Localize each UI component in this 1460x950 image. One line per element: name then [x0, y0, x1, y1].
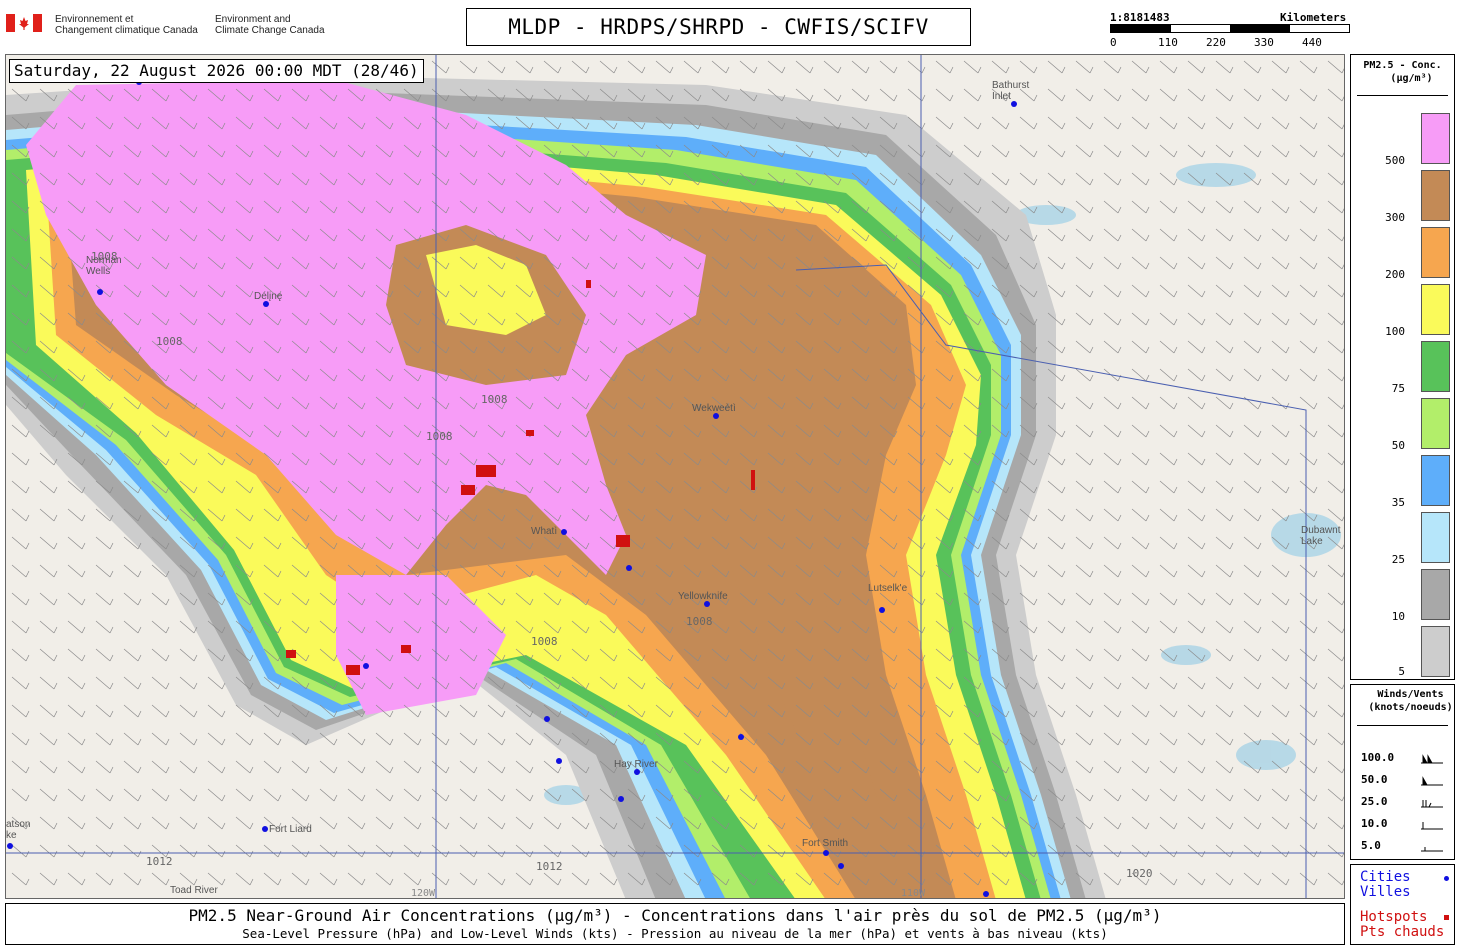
- city-label-toad-river: Toad River: [170, 885, 218, 896]
- caption-line-1: PM2.5 Near-Ground Air Concentrations (µg…: [188, 906, 1162, 925]
- city-label-wekweeti: Wekweètì: [692, 403, 736, 414]
- wind-legend-title: Winds/Vents (knots/noeuds): [1368, 689, 1453, 713]
- meridian-label: 120W: [411, 888, 436, 899]
- isobar-label: 1012: [146, 855, 173, 868]
- city-label-bathurst-inlet: Bathurst Inlet: [992, 80, 1030, 102]
- legend-swatch-100: [1421, 284, 1450, 335]
- legend-title: PM2.5 - Conc. (µg/m³): [1363, 60, 1442, 84]
- scale-tick: 0: [1110, 36, 1117, 49]
- legend-swatch-25: [1421, 512, 1450, 563]
- city-label-yellowknife: Yellowknife: [678, 591, 728, 602]
- symbols-legend: Cities Villes Hotspots Pts chauds: [1350, 864, 1455, 945]
- legend-swatch-10: [1421, 569, 1450, 620]
- isobar-label: 1008: [426, 430, 453, 443]
- wind-value: 5.0: [1361, 839, 1381, 852]
- legend-cities: Cities: [1360, 869, 1411, 885]
- wind-legend: Winds/Vents (knots/noeuds) 100.0 50.0 25.…: [1350, 684, 1455, 860]
- legend-label: 300: [1385, 211, 1405, 224]
- isobar-label: 1008: [481, 393, 508, 406]
- scale-tick: 110: [1158, 36, 1178, 49]
- legend-label: 200: [1385, 268, 1405, 281]
- concentration-map: 1008 1008 1008 1008 1008 1008 1012 1012 …: [6, 55, 1344, 899]
- scale-bar: [1110, 24, 1350, 33]
- caption-panel: PM2.5 Near-Ground Air Concentrations (µg…: [5, 903, 1345, 945]
- scale-unit: Kilometers: [1280, 11, 1347, 24]
- map-panel[interactable]: 1008 1008 1008 1008 1008 1008 1012 1012 …: [5, 54, 1345, 899]
- city-dot: [738, 734, 744, 740]
- legend-hotspots: Hotspots: [1360, 909, 1428, 925]
- legend-swatch-5: [1421, 626, 1450, 677]
- city-dot: [97, 289, 103, 295]
- meridian-label: 110W: [901, 888, 926, 899]
- city-dot: [561, 529, 567, 535]
- city-label-norman-wells: Norman Wells: [86, 255, 122, 277]
- city-label-lutselke: Lutselk'e: [868, 583, 908, 594]
- caption-line-2: Sea-Level Pressure (hPa) and Low-Level W…: [242, 926, 1108, 941]
- pm25-legend: PM2.5 - Conc. (µg/m³) 500 300 200 100 75 …: [1350, 54, 1455, 680]
- city-dot: [363, 663, 369, 669]
- legend-swatch-300: [1421, 170, 1450, 221]
- legend-swatch-500: [1421, 113, 1450, 164]
- isobar-label: 1008: [531, 635, 558, 648]
- wind-value: 10.0: [1361, 817, 1388, 830]
- hotspot-square-icon: [1444, 915, 1449, 920]
- wind-value: 25.0: [1361, 795, 1388, 808]
- city-label-dubawnt-lake: Dubawnt Lake: [1301, 525, 1341, 547]
- scale-tick: 330: [1254, 36, 1274, 49]
- legend-divider: [1357, 725, 1448, 726]
- city-dot: [823, 850, 829, 856]
- city-label-fort-liard: Fort Liard: [269, 824, 312, 835]
- city-dot: [626, 565, 632, 571]
- legend-label: 500: [1385, 154, 1405, 167]
- city-dot: [262, 826, 268, 832]
- legend-label: 50: [1391, 439, 1405, 452]
- city-label-watson-lake: atson ke: [6, 819, 31, 841]
- wind-value: 100.0: [1361, 751, 1395, 764]
- isobar-label: 1012: [536, 860, 563, 873]
- city-label-deline: Délįnę: [254, 291, 283, 302]
- legend-label: 100: [1385, 325, 1405, 338]
- agency-name-fr: Environnement et Changement climatique Ca…: [55, 14, 198, 36]
- legend-villes: Villes: [1360, 884, 1411, 900]
- city-label-whati: Whatì: [531, 526, 558, 537]
- wind-value: 50.0: [1361, 773, 1388, 786]
- wind-barbs: [6, 55, 1344, 898]
- scale-tick: 220: [1206, 36, 1226, 49]
- product-title: MLDP - HRDPS/SHRPD - CWFIS/SCIFV: [466, 8, 971, 46]
- scale-ratio: 1:8181483: [1110, 11, 1170, 24]
- legend-label: 5: [1398, 665, 1405, 678]
- legend-label: 35: [1391, 496, 1405, 509]
- legend-divider: [1357, 95, 1448, 96]
- city-dot: [7, 843, 13, 849]
- city-dot: [879, 607, 885, 613]
- wind-barb-icons: [1421, 754, 1443, 852]
- city-label-hay-river: Hay River: [614, 759, 658, 770]
- city-dot: [838, 863, 844, 869]
- isobar-label: 1008: [686, 615, 713, 628]
- legend-swatch-50: [1421, 398, 1450, 449]
- scale-tick: 440: [1302, 36, 1322, 49]
- legend-label: 25: [1391, 553, 1405, 566]
- legend-swatch-200: [1421, 227, 1450, 278]
- city-dot-icon: [1444, 876, 1449, 881]
- city-dot: [618, 796, 624, 802]
- legend-pts-chauds: Pts chauds: [1360, 924, 1445, 940]
- legend-swatch-35: [1421, 455, 1450, 506]
- legend-label: 10: [1391, 610, 1405, 623]
- isobar-label: 1020: [1126, 867, 1153, 880]
- isobar-label: 1008: [156, 335, 183, 348]
- legend-swatch-75: [1421, 341, 1450, 392]
- city-dot: [983, 891, 989, 897]
- city-dot: [544, 716, 550, 722]
- legend-label: 75: [1391, 382, 1405, 395]
- canada-flag-icon: [6, 14, 42, 32]
- city-dot: [556, 758, 562, 764]
- city-label-fort-smith: Fort Smith: [802, 838, 849, 849]
- forecast-datetime: Saturday, 22 August 2026 00:00 MDT (28/4…: [9, 59, 424, 83]
- agency-name-en: Environment and Climate Change Canada: [215, 14, 325, 36]
